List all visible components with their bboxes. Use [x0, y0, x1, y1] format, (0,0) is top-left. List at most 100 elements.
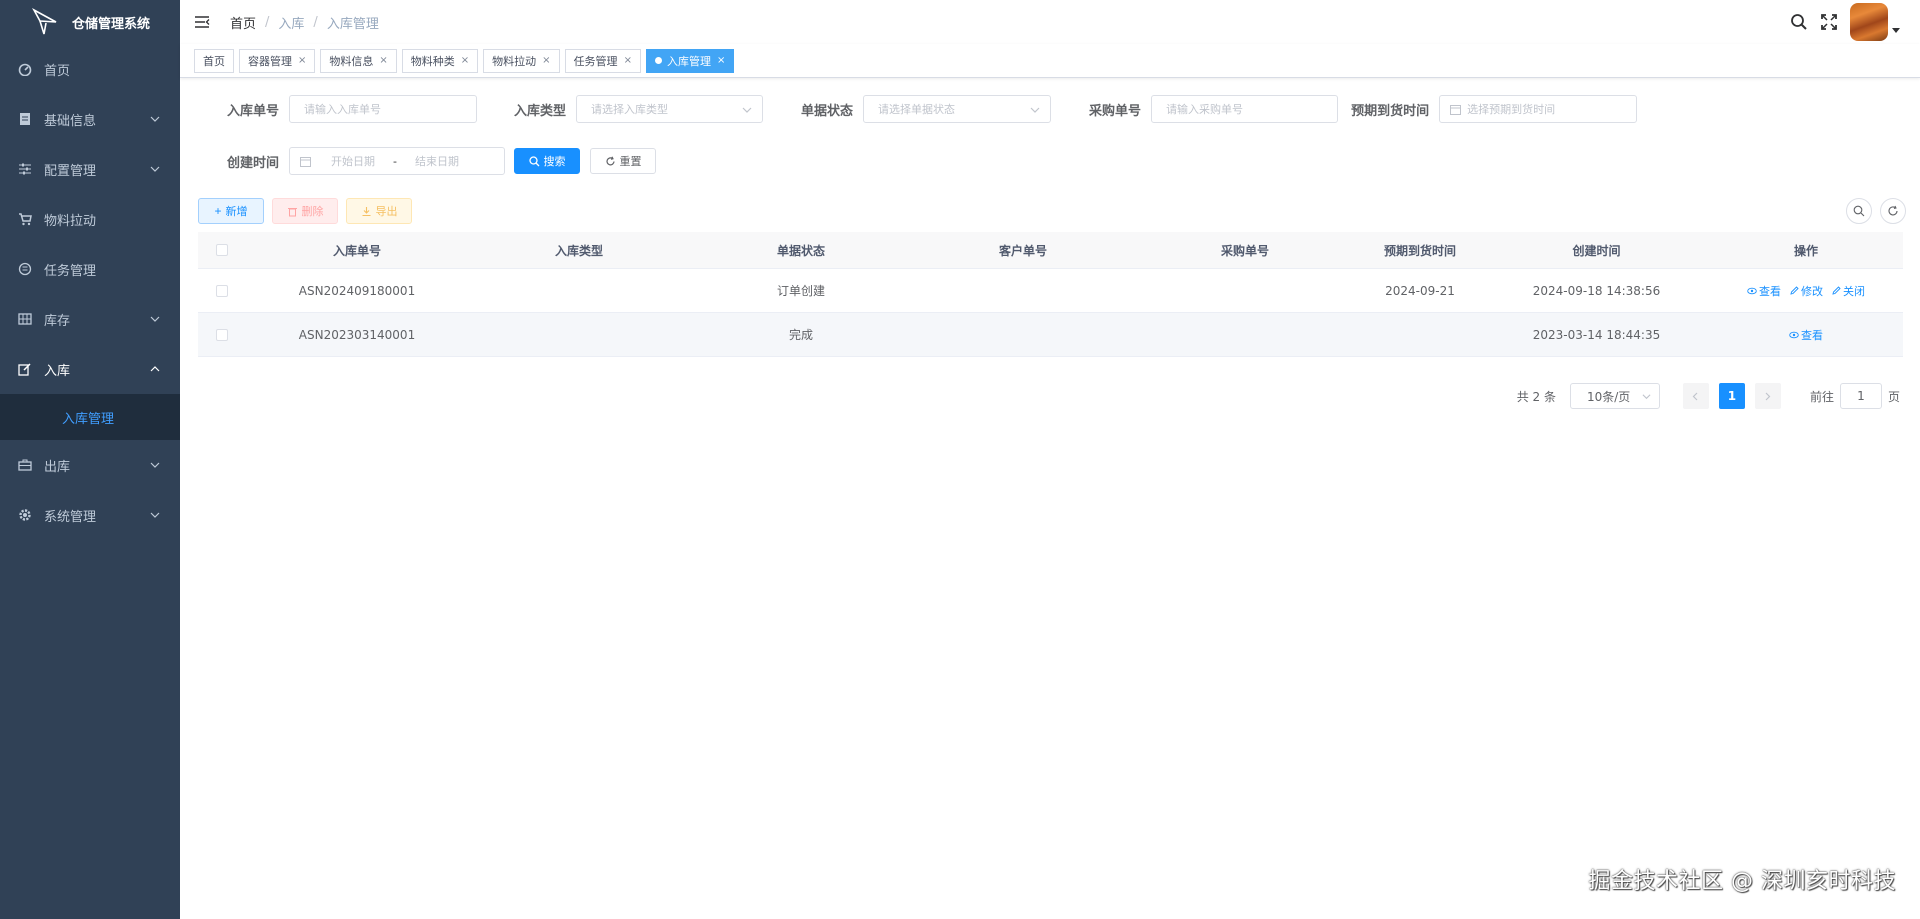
sidebar-item-label: 配置管理	[44, 163, 97, 179]
add-button-label: 新增	[225, 206, 248, 218]
toggle-search-button[interactable]	[1846, 198, 1872, 224]
eta-date-picker[interactable]: 选择预期到货时间	[1439, 95, 1638, 123]
po-no-placeholder: 请输入采购单号	[1166, 103, 1244, 116]
row-checkbox[interactable]	[216, 284, 228, 297]
table-header: 入库单号 入库类型 单据状态 客户单号 采购单号 预期到货时间 创建时间 操作	[198, 232, 1903, 269]
column-header: 操作	[1793, 243, 1818, 258]
close-icon[interactable]: ×	[542, 55, 550, 66]
doc-status-select[interactable]: 请选择单据状态	[863, 95, 1052, 123]
inbound-type-select[interactable]: 请选择入库类型	[576, 95, 764, 123]
refresh-table-button[interactable]	[1880, 198, 1906, 224]
close-icon[interactable]: ×	[717, 55, 725, 66]
navbar: 首页 / 入库 / 入库管理	[180, 0, 1920, 44]
po-no-label: 采购单号	[1089, 103, 1142, 119]
sidebar-item-label: 物料拉动	[44, 213, 97, 229]
sidebar-item-basic-info[interactable]: 基础信息	[0, 94, 180, 144]
asn-no-cell: ASN202409180001	[298, 283, 416, 298]
sidebar-item-home[interactable]: 首页	[0, 44, 180, 94]
goto-page-input[interactable]: 1	[1839, 383, 1882, 409]
breadcrumb-separator: /	[313, 14, 318, 30]
sidebar-item-outbound[interactable]: 出库	[0, 440, 180, 490]
breadcrumb-separator: /	[265, 14, 270, 30]
sidebar-item-system[interactable]: 系统管理	[0, 490, 180, 540]
tag-material-type[interactable]: 物料种类 ×	[401, 48, 479, 73]
document-icon	[18, 112, 32, 126]
select-all-checkbox[interactable]	[216, 244, 228, 256]
edit-button[interactable]: 修改	[1789, 283, 1823, 299]
actions-cell: 查看	[1709, 327, 1903, 343]
page-size-select[interactable]: 10条/页	[1569, 383, 1660, 409]
hamburger-icon[interactable]	[194, 14, 210, 30]
fullscreen-icon[interactable]	[1820, 13, 1838, 31]
add-button[interactable]: + 新增	[198, 198, 264, 224]
tag-label: 物料信息	[329, 54, 374, 68]
calendar-icon	[300, 156, 312, 167]
sidebar-item-inventory[interactable]: 库存	[0, 294, 180, 344]
sidebar-subitem-inbound-management[interactable]: 入库管理	[0, 394, 180, 440]
column-header: 创建时间	[1572, 243, 1621, 258]
tag-container[interactable]: 容器管理 ×	[239, 48, 316, 73]
table-row[interactable]: ASN202409180001 订单创建 2024-09-21 2024-09-…	[198, 269, 1903, 313]
created-time-label: 创建时间	[227, 155, 280, 171]
export-button[interactable]: 导出	[346, 198, 412, 224]
start-date-placeholder[interactable]: 开始日期	[331, 153, 375, 169]
asn-no-input[interactable]: 请输入入库单号	[289, 95, 478, 123]
sidebar-item-material-pull[interactable]: 物料拉动	[0, 194, 180, 244]
close-order-button[interactable]: 关闭	[1831, 283, 1865, 299]
chevron-down-icon	[150, 316, 160, 322]
caret-down-icon[interactable]	[1892, 26, 1900, 34]
tag-label: 容器管理	[248, 54, 292, 68]
tags-view: 首页 容器管理 × 物料信息 × 物料种类 × 物料拉动 × 任务管理 × 入库管理 ×	[180, 44, 1920, 78]
close-icon[interactable]: ×	[624, 55, 632, 66]
prev-page-button[interactable]	[1682, 383, 1709, 409]
sidebar-item-task[interactable]: 任务管理	[0, 244, 180, 294]
page-size-value: 10条/页	[1586, 389, 1631, 404]
search-button[interactable]: 搜索	[514, 148, 581, 174]
view-button[interactable]: 查看	[1747, 283, 1781, 299]
doc-status-label: 单据状态	[801, 103, 854, 119]
logo-icon	[31, 7, 57, 35]
chevron-down-icon	[150, 166, 160, 172]
status-cell: 完成	[788, 328, 813, 342]
tag-home[interactable]: 首页	[194, 48, 234, 73]
breadcrumb-home[interactable]: 首页	[230, 13, 256, 32]
plus-icon: +	[214, 204, 222, 218]
created-date-range[interactable]: 开始日期 - 结束日期	[289, 147, 506, 175]
search-button-label: 搜索	[543, 156, 566, 168]
close-icon[interactable]: ×	[461, 55, 469, 66]
grid-icon	[18, 312, 32, 326]
delete-button[interactable]: 删除	[272, 198, 338, 224]
sidebar-item-config[interactable]: 配置管理	[0, 144, 180, 194]
tag-inbound-management[interactable]: 入库管理 ×	[645, 48, 735, 73]
briefcase-icon	[18, 458, 32, 472]
table-row[interactable]: ASN202303140001 完成 2023-03-14 18:44:35 查…	[198, 313, 1903, 357]
po-no-input[interactable]: 请输入采购单号	[1151, 95, 1339, 123]
reset-button[interactable]: 重置	[590, 148, 657, 174]
pagination: 共 2 条 10条/页 1 前往 1 页	[1517, 383, 1900, 409]
tag-label: 物料拉动	[492, 54, 537, 68]
close-icon[interactable]: ×	[379, 55, 387, 66]
end-date-placeholder[interactable]: 结束日期	[415, 153, 459, 169]
next-page-button[interactable]	[1754, 383, 1781, 409]
chevron-down-icon	[1642, 394, 1651, 400]
close-icon[interactable]: ×	[298, 55, 306, 66]
tag-material-pull[interactable]: 物料拉动 ×	[483, 48, 560, 73]
search-icon	[1853, 205, 1865, 217]
select-all-cell	[198, 244, 246, 256]
tag-material-info[interactable]: 物料信息 ×	[320, 48, 397, 73]
page-jumper: 前往 1 页	[1810, 383, 1900, 409]
search-icon[interactable]	[1790, 13, 1808, 31]
breadcrumb: 首页 / 入库 / 入库管理	[230, 13, 379, 32]
tag-task[interactable]: 任务管理 ×	[564, 48, 641, 73]
avatar[interactable]	[1850, 3, 1888, 41]
view-button[interactable]: 查看	[1789, 327, 1823, 343]
page-number[interactable]: 1	[1718, 383, 1745, 409]
app-logo[interactable]: 仓储管理系统	[0, 0, 180, 44]
row-checkbox[interactable]	[216, 328, 228, 341]
eta-label: 预期到货时间	[1351, 103, 1430, 119]
sidebar-item-label: 系统管理	[44, 509, 97, 525]
chevron-down-icon	[1030, 107, 1040, 113]
column-header: 客户单号	[998, 243, 1047, 258]
sidebar-item-inbound[interactable]: 入库	[0, 344, 180, 394]
chevron-down-icon	[150, 462, 160, 468]
